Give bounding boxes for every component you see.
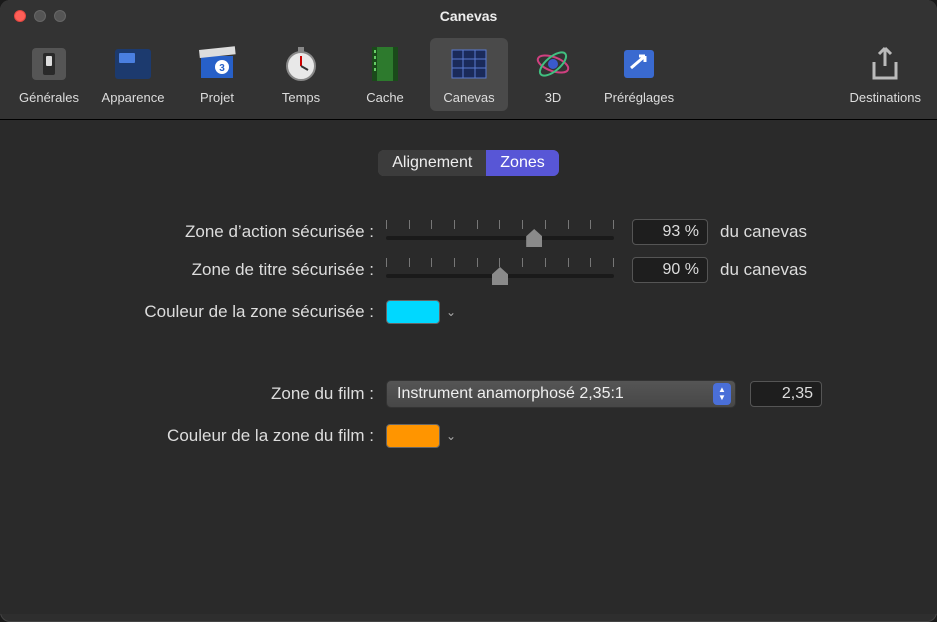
appearance-icon bbox=[111, 42, 155, 86]
action-safe-value[interactable]: 93 % bbox=[632, 219, 708, 245]
segmented-control: Alignement Zones bbox=[378, 150, 559, 176]
segment-zones[interactable]: Zones bbox=[486, 150, 558, 176]
sliders-icon bbox=[27, 42, 71, 86]
globe-3d-icon bbox=[531, 42, 575, 86]
title-safe-value[interactable]: 90 % bbox=[632, 257, 708, 283]
tab-canvas[interactable]: Canevas bbox=[430, 38, 508, 111]
window-title: Canevas bbox=[0, 8, 937, 24]
tab-time[interactable]: Temps bbox=[262, 38, 340, 111]
action-safe-label: Zone d’action sécurisée : bbox=[38, 222, 386, 242]
stopwatch-icon bbox=[279, 42, 323, 86]
film-zone-ratio-value[interactable]: 2,35 bbox=[750, 381, 822, 407]
action-safe-suffix: du canevas bbox=[720, 222, 807, 242]
tab-cache[interactable]: Cache bbox=[346, 38, 424, 111]
safe-color-label: Couleur de la zone sécurisée : bbox=[38, 302, 386, 322]
grid-icon bbox=[447, 42, 491, 86]
tab-appearance[interactable]: Apparence bbox=[94, 38, 172, 111]
tab-project[interactable]: 3 Projet bbox=[178, 38, 256, 111]
action-safe-slider[interactable] bbox=[386, 218, 614, 246]
tab-presets[interactable]: Préréglages bbox=[598, 38, 680, 111]
tab-destinations[interactable]: Destinations bbox=[843, 38, 927, 111]
tab-general[interactable]: Générales bbox=[10, 38, 88, 111]
film-zone-select[interactable]: Instrument anamorphosé 2,35:1 ▲▼ bbox=[386, 380, 736, 408]
toolbar: Générales Apparence 3 Projet Temps Cache bbox=[0, 32, 937, 120]
svg-text:3: 3 bbox=[219, 63, 225, 74]
clapper-icon: 3 bbox=[195, 42, 239, 86]
chevron-down-icon[interactable]: ⌄ bbox=[446, 429, 456, 443]
title-safe-label: Zone de titre sécurisée : bbox=[38, 260, 386, 280]
safe-zone-color-well[interactable] bbox=[386, 300, 440, 324]
updown-arrows-icon: ▲▼ bbox=[713, 383, 731, 405]
segment-alignment[interactable]: Alignement bbox=[378, 150, 486, 176]
film-color-label: Couleur de la zone du film : bbox=[38, 426, 386, 446]
filmstrip-icon bbox=[363, 42, 407, 86]
expand-icon bbox=[617, 42, 661, 86]
minimize-window-button[interactable] bbox=[34, 10, 46, 22]
film-zone-label: Zone du film : bbox=[38, 384, 386, 404]
film-zone-color-well[interactable] bbox=[386, 424, 440, 448]
title-safe-suffix: du canevas bbox=[720, 260, 807, 280]
title-safe-slider[interactable] bbox=[386, 256, 614, 284]
tab-3d[interactable]: 3D bbox=[514, 38, 592, 111]
film-zone-selected-text: Instrument anamorphosé 2,35:1 bbox=[397, 385, 624, 403]
share-icon bbox=[863, 42, 907, 86]
zoom-window-button[interactable] bbox=[54, 10, 66, 22]
chevron-down-icon[interactable]: ⌄ bbox=[446, 305, 456, 319]
close-window-button[interactable] bbox=[14, 10, 26, 22]
